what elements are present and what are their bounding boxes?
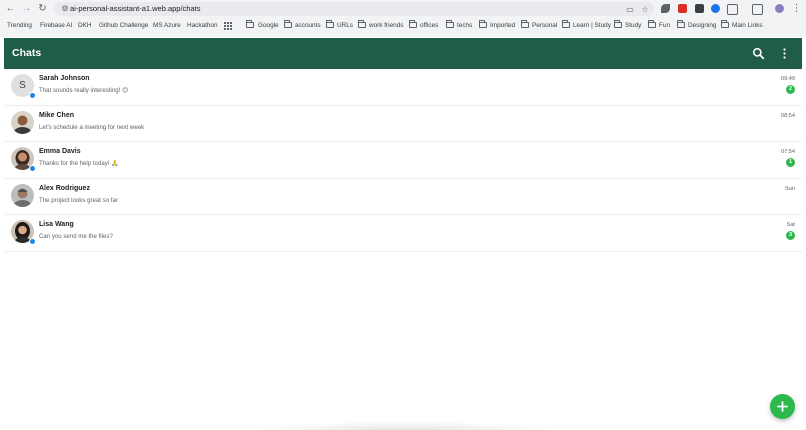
chat-last-message: That sounds really interesting! 😊 bbox=[39, 87, 129, 94]
chat-app: Chats S Sarah Johnson That sounds really… bbox=[4, 38, 802, 430]
bookmark-folder-study[interactable]: Study bbox=[625, 19, 641, 33]
online-indicator bbox=[29, 92, 36, 99]
bookmark-folder-personal[interactable]: Personal bbox=[532, 19, 557, 33]
url-text[interactable]: ai-personal-assistant-a1.web.app/chats bbox=[70, 3, 201, 15]
bookmark-folder-imported[interactable]: Imported bbox=[490, 19, 515, 33]
folder-icon bbox=[721, 20, 729, 28]
chat-last-message: Thanks for the help today! 🙏 bbox=[39, 160, 119, 167]
chat-last-message: The project looks great so far bbox=[39, 196, 118, 204]
folder-icon bbox=[479, 20, 487, 28]
site-settings-icon[interactable]: ⚙ bbox=[60, 4, 70, 14]
extension-icon-3[interactable] bbox=[695, 4, 704, 13]
chat-row-alex-rodriguez[interactable]: Alex Rodriguez The project looks great s… bbox=[4, 179, 802, 215]
online-indicator bbox=[29, 238, 36, 245]
chat-time: Sun bbox=[785, 185, 795, 192]
bookmark-folder-techs[interactable]: techs bbox=[457, 19, 472, 33]
address-bar[interactable]: ⚙ ai-personal-assistant-a1.web.app/chats… bbox=[54, 2, 654, 16]
chat-time: 08:54 bbox=[781, 112, 795, 119]
bookmarks-bar: Trending Firebase AI DKH Github Challeng… bbox=[0, 19, 806, 33]
side-panel-icon[interactable] bbox=[752, 4, 763, 15]
bookmark-firebase-ai[interactable]: Firebase AI bbox=[40, 19, 72, 33]
folder-icon bbox=[562, 20, 570, 28]
bookmark-ms-azure[interactable]: MS Azure bbox=[153, 19, 181, 33]
address-row: ← → ↻ ⚙ ai-personal-assistant-a1.web.app… bbox=[0, 0, 806, 18]
bookmark-folder-learn-study[interactable]: Learn | Study bbox=[573, 19, 611, 33]
bookmark-folder-fun[interactable]: Fun bbox=[659, 19, 670, 33]
bookmark-trending[interactable]: Trending bbox=[7, 19, 32, 33]
back-icon[interactable]: ← bbox=[4, 2, 17, 15]
bookmark-folder-urls[interactable]: URLs bbox=[337, 19, 353, 33]
extension-shield-icon[interactable] bbox=[678, 4, 687, 13]
chat-last-message: Let's schedule a meeting for next week bbox=[39, 123, 145, 131]
extension-icon-1[interactable] bbox=[661, 4, 670, 13]
extension-icon-4[interactable] bbox=[711, 4, 720, 13]
folder-icon bbox=[409, 20, 417, 28]
bookmark-folder-main-links[interactable]: Main Links bbox=[732, 19, 763, 33]
online-indicator bbox=[29, 165, 36, 172]
browser-chrome: ← → ↻ ⚙ ai-personal-assistant-a1.web.app… bbox=[0, 0, 806, 37]
folder-icon bbox=[326, 20, 334, 28]
chat-name: Emma Davis bbox=[39, 148, 81, 155]
unread-badge: 2 bbox=[786, 85, 795, 94]
folder-icon bbox=[521, 20, 529, 28]
chat-name: Alex Rodriguez bbox=[39, 184, 90, 192]
chat-list: S Sarah Johnson That sounds really inter… bbox=[4, 69, 802, 252]
unread-badge: 3 bbox=[786, 231, 795, 240]
folder-icon bbox=[446, 20, 454, 28]
chat-last-message: Can you send me the files? bbox=[39, 233, 113, 240]
bookmark-github-challenge[interactable]: Github Challenge bbox=[99, 19, 148, 33]
avatar bbox=[11, 183, 34, 207]
chat-row-mike-chen[interactable]: Mike Chen Let's schedule a meeting for n… bbox=[4, 106, 802, 142]
chat-time: Sat bbox=[786, 222, 795, 228]
forward-icon[interactable]: → bbox=[20, 2, 33, 15]
folder-icon bbox=[614, 20, 622, 28]
chat-name: Sarah Johnson bbox=[39, 75, 90, 82]
bookmark-folder-offices[interactable]: offices bbox=[420, 19, 438, 33]
apps-grid-icon[interactable] bbox=[224, 22, 232, 30]
folder-icon bbox=[648, 20, 656, 28]
bookmark-folder-designing[interactable]: Designing bbox=[688, 19, 716, 33]
bottom-shadow bbox=[254, 421, 554, 430]
chat-name: Mike Chen bbox=[39, 111, 75, 119]
plus-icon bbox=[777, 401, 788, 412]
folder-icon bbox=[677, 20, 685, 28]
extensions-puzzle-icon[interactable] bbox=[727, 4, 738, 15]
chat-row-emma-davis[interactable]: Emma Davis Thanks for the help today! 🙏 … bbox=[4, 142, 802, 179]
page-title: Chats bbox=[12, 47, 42, 59]
app-header: Chats bbox=[4, 38, 802, 69]
cast-icon[interactable]: ▭ bbox=[624, 4, 636, 16]
bookmark-dkh[interactable]: DKH bbox=[78, 19, 92, 33]
bookmark-folder-accounts[interactable]: accounts bbox=[295, 19, 321, 33]
chat-row-sarah-johnson[interactable]: S Sarah Johnson That sounds really inter… bbox=[4, 69, 802, 106]
bookmark-hackathon[interactable]: Hackathon bbox=[187, 19, 218, 33]
chat-row-lisa-wang[interactable]: Lisa Wang Can you send me the files? Sat… bbox=[4, 215, 802, 252]
search-icon[interactable] bbox=[751, 46, 766, 61]
unread-badge: 1 bbox=[786, 158, 795, 167]
folder-icon bbox=[284, 20, 292, 28]
folder-icon bbox=[246, 20, 254, 28]
bookmark-folder-google[interactable]: Google bbox=[258, 19, 279, 33]
chat-time: 09:49 bbox=[781, 76, 795, 82]
folder-icon bbox=[358, 20, 366, 28]
new-chat-button[interactable] bbox=[770, 394, 795, 419]
avatar bbox=[11, 110, 34, 134]
chat-name: Lisa Wang bbox=[39, 221, 74, 228]
more-options-icon[interactable] bbox=[777, 46, 792, 61]
reload-icon[interactable]: ↻ bbox=[36, 2, 49, 15]
chat-time: 07:54 bbox=[781, 149, 795, 155]
bookmark-folder-work-friends[interactable]: work friends bbox=[369, 19, 403, 33]
browser-menu-icon[interactable]: ⋮ bbox=[790, 2, 803, 15]
profile-avatar-icon[interactable] bbox=[775, 4, 784, 13]
bookmark-star-icon[interactable]: ☆ bbox=[639, 4, 651, 16]
